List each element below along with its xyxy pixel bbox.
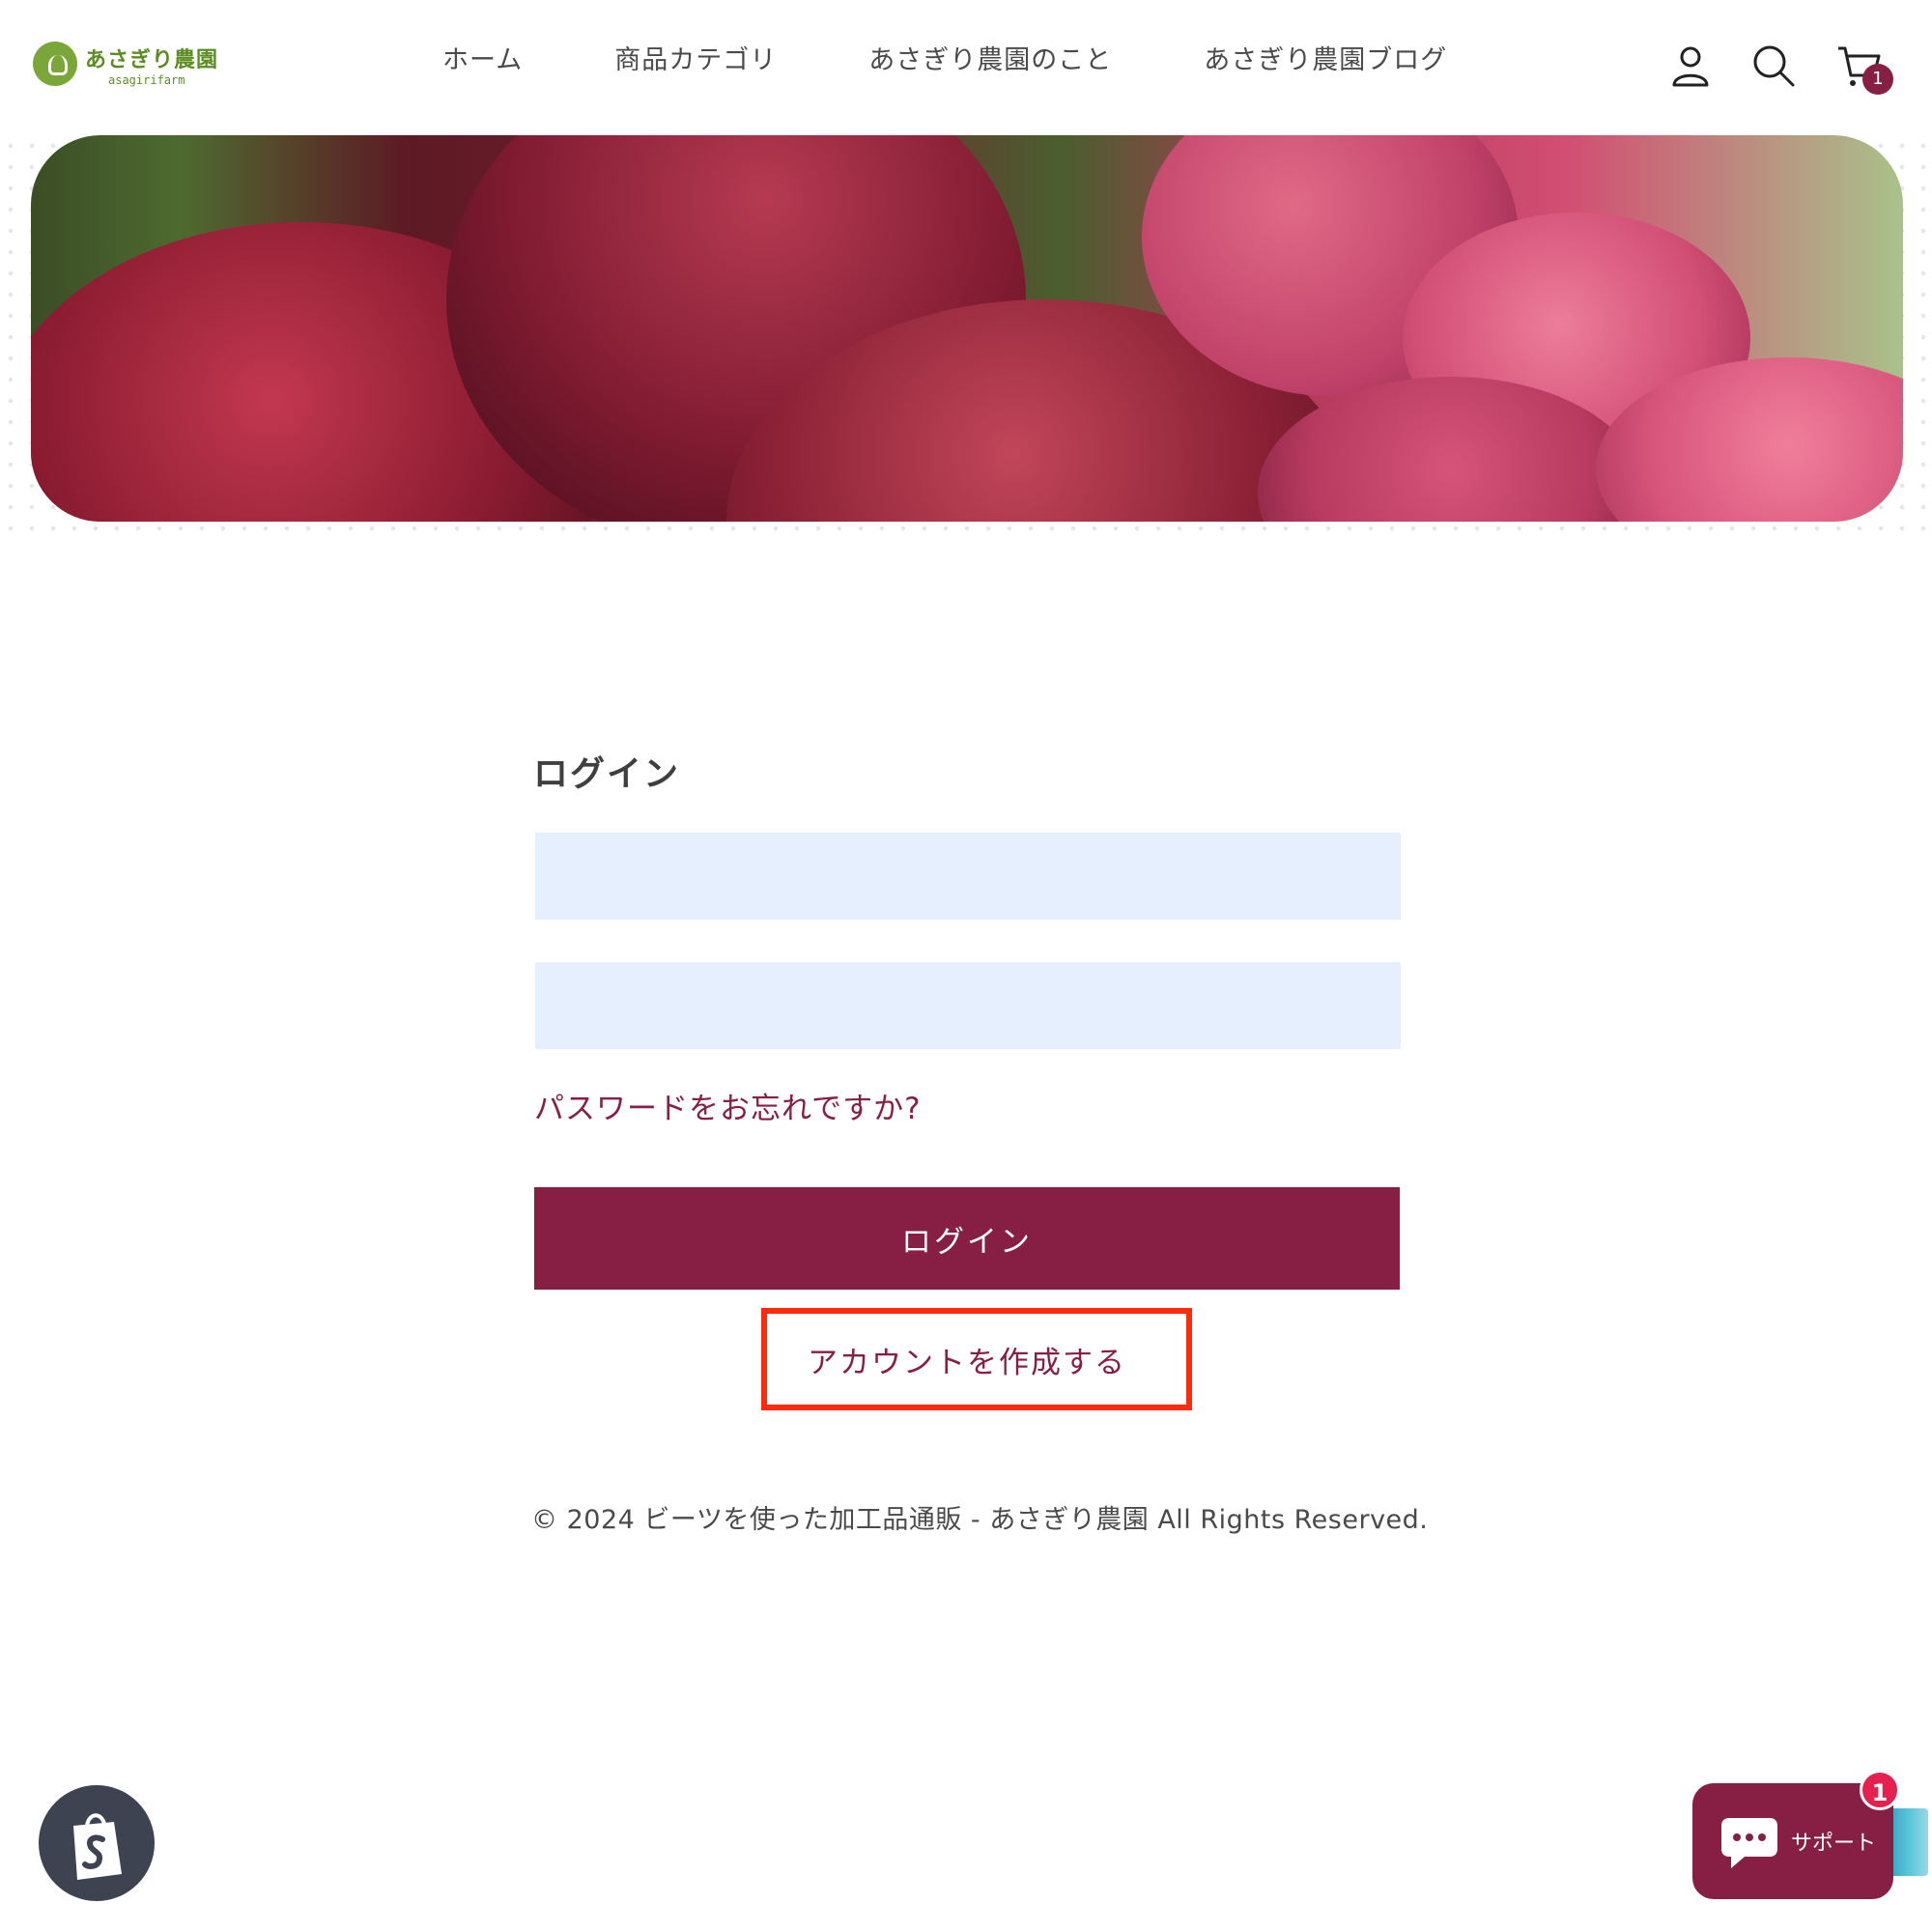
beets-banner-image: [31, 135, 1903, 522]
forgot-password-link[interactable]: パスワードをお忘れですか?: [534, 1084, 922, 1127]
chat-bubble-icon: [1721, 1818, 1777, 1868]
main-nav: ホーム 商品カテゴリ あさぎり農園のこと あさぎり農園ブログ: [442, 39, 1539, 81]
site-header: あさぎり農園 asagirifarm ホーム 商品カテゴリ あさぎり農園のこと …: [0, 0, 1932, 135]
search-icon[interactable]: [1750, 43, 1797, 89]
shopify-bag-icon: [73, 1813, 122, 1880]
site-logo[interactable]: あさぎり農園 asagirifarm: [33, 39, 219, 91]
copyright-text: © 2024 ビーツを使った加工品通販 - あさぎり農園 All Rights …: [531, 1505, 1429, 1535]
logo-subtext: asagirifarm: [108, 73, 185, 87]
nav-item-categories[interactable]: 商品カテゴリ: [614, 39, 777, 81]
shopify-button[interactable]: [39, 1785, 155, 1901]
nav-item-about[interactable]: あさぎり農園のこと: [868, 39, 1112, 81]
password-field[interactable]: [535, 962, 1401, 1049]
support-notification-badge: 1: [1860, 1770, 1900, 1810]
widget-edge-graphic: [1889, 1808, 1928, 1876]
nav-item-blog[interactable]: あさぎり農園ブログ: [1204, 39, 1447, 81]
create-account-link[interactable]: アカウントを作成する: [808, 1338, 1126, 1381]
banner-area: [0, 135, 1932, 541]
email-field[interactable]: [535, 833, 1401, 920]
logo-text: あさぎり農園: [85, 48, 219, 72]
account-icon[interactable]: [1667, 43, 1714, 89]
support-label: サポート: [1791, 1832, 1877, 1856]
cart-count-badge: 1: [1862, 64, 1893, 95]
login-title: ログイン: [533, 754, 681, 794]
login-button[interactable]: ログイン: [534, 1187, 1400, 1290]
nav-item-home[interactable]: ホーム: [442, 39, 523, 81]
sprout-logo-icon: [33, 42, 77, 86]
